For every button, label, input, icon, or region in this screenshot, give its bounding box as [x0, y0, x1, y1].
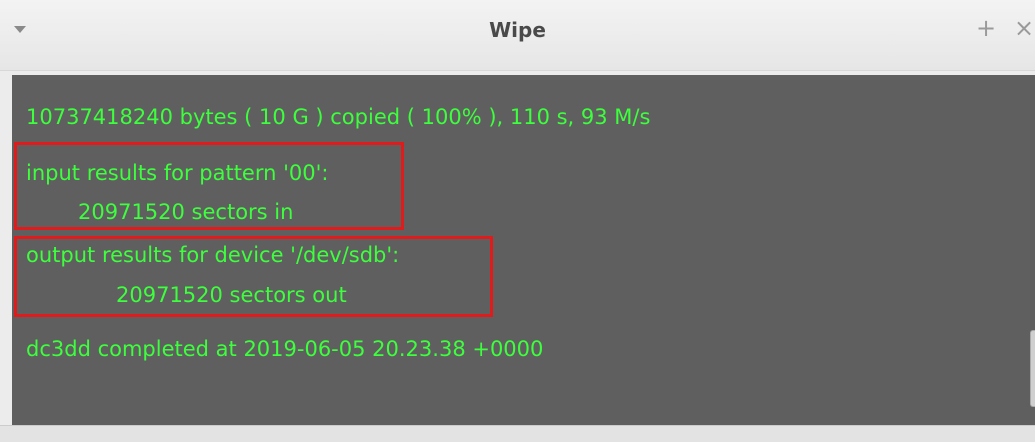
status-bar	[0, 425, 1035, 442]
sectors-in-line: 20971520 sectors in	[78, 200, 294, 224]
scrollbar-thumb[interactable]	[1030, 330, 1035, 407]
output-results-heading: output results for device '/dev/sdb':	[26, 243, 400, 267]
completion-line: dc3dd completed at 2019-06-05 20.23.38 +…	[26, 337, 544, 361]
terminal-output: 10737418240 bytes ( 10 G ) copied ( 100%…	[12, 75, 1035, 425]
window-title: Wipe	[489, 18, 546, 42]
wipe-window: Wipe + × 10737418240 bytes ( 10 G ) copi…	[0, 0, 1035, 442]
input-results-heading: input results for pattern '00':	[26, 161, 329, 185]
title-bar: Wipe + ×	[0, 0, 1035, 71]
close-button[interactable]: ×	[1014, 14, 1034, 42]
copy-summary-line: 10737418240 bytes ( 10 G ) copied ( 100%…	[26, 105, 651, 129]
sectors-out-line: 20971520 sectors out	[116, 283, 347, 307]
add-tab-button[interactable]: +	[976, 14, 996, 42]
